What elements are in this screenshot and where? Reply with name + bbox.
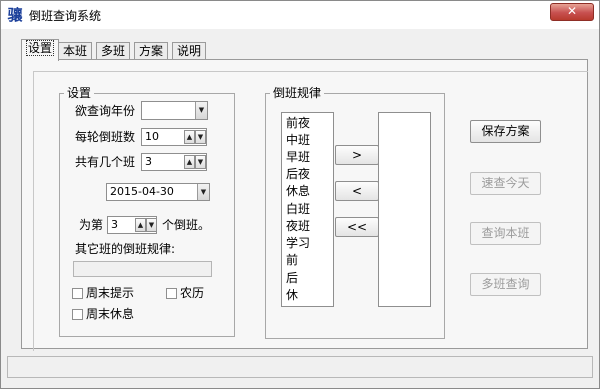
tab-this-shift[interactable]: 本班 [58, 42, 93, 60]
list-item[interactable]: 白班 [286, 202, 310, 217]
weekend-rest-checkbox[interactable] [72, 309, 83, 320]
other-rule-field [73, 261, 212, 277]
remove-item-button[interactable]: < [335, 181, 379, 201]
query-multi-shift-button[interactable]: 多班查询 [470, 273, 541, 296]
main-window: 骧 倒班查询系统 ✕ 设置 本班 多班 方案 说明 设置 欲查询年份 ▼ 每轮倒… [0, 0, 600, 389]
date-value: 2015-04-30 [110, 185, 174, 198]
add-item-button[interactable]: > [335, 145, 379, 165]
spin-up-icon[interactable]: ▲ [184, 155, 195, 169]
as-shift-spinner[interactable]: ▲ ▼ [135, 218, 157, 232]
shift-source-list[interactable]: 前夜 中班 早班 后夜 休息 白班 夜班 学习 前 后 休 [281, 112, 334, 307]
close-button[interactable]: ✕ [550, 3, 594, 21]
total-shifts-spinner[interactable]: ▲ ▼ [184, 155, 206, 169]
total-shifts-label: 共有几个班 [75, 155, 136, 169]
lunar-checkbox[interactable] [166, 288, 177, 299]
clear-items-button[interactable]: << [335, 217, 379, 237]
list-item[interactable]: 学习 [286, 236, 310, 251]
lunar-label: 农历 [180, 286, 205, 300]
list-item[interactable]: 休 [286, 288, 298, 303]
other-rule-label: 其它班的倒班规律: [75, 242, 176, 256]
list-item[interactable]: 休息 [286, 184, 310, 199]
app-logo-icon: 骧 [7, 6, 23, 24]
settings-group-legend: 设置 [64, 86, 95, 100]
status-bar [7, 356, 593, 378]
title-bar[interactable]: 骧 倒班查询系统 ✕ [1, 1, 599, 29]
list-item[interactable]: 后夜 [286, 167, 310, 182]
query-this-shift-button[interactable]: 查询本班 [470, 222, 541, 245]
as-shift-suffix: 个倒班。 [162, 218, 211, 232]
list-item[interactable]: 前夜 [286, 116, 310, 131]
tab-multi-shift-label: 多班 [101, 44, 126, 58]
tab-settings[interactable]: 设置 [21, 39, 60, 61]
tab-help-label: 说明 [177, 44, 202, 58]
total-shifts-value: 3 [145, 155, 152, 168]
tab-scheme[interactable]: 方案 [134, 42, 169, 60]
spin-up-icon[interactable]: ▲ [135, 218, 146, 232]
window-title: 倒班查询系统 [29, 9, 102, 23]
rules-group-legend: 倒班规律 [270, 86, 325, 100]
date-picker[interactable]: 2015-04-30 ▼ [106, 183, 210, 201]
save-scheme-button[interactable]: 保存方案 [470, 120, 541, 143]
chevron-down-icon[interactable]: ▼ [195, 102, 207, 119]
list-item[interactable]: 前 [286, 253, 298, 268]
weekend-reminder-checkbox[interactable] [72, 288, 83, 299]
spin-up-icon[interactable]: ▲ [184, 130, 195, 144]
weekend-rest-label: 周末休息 [86, 307, 135, 321]
list-item[interactable]: 中班 [286, 133, 310, 148]
spin-down-icon[interactable]: ▼ [146, 218, 157, 232]
weekend-reminder-label: 周末提示 [86, 286, 135, 300]
tab-help[interactable]: 说明 [172, 42, 207, 60]
shifts-per-cycle-spinner[interactable]: ▲ ▼ [184, 130, 206, 144]
spin-down-icon[interactable]: ▼ [195, 155, 206, 169]
spin-down-icon[interactable]: ▼ [195, 130, 206, 144]
shifts-per-cycle-label: 每轮倒班数 [75, 130, 136, 144]
query-year-label: 欲查询年份 [75, 104, 136, 118]
query-year-select[interactable]: ▼ [141, 101, 208, 120]
tab-multi-shift[interactable]: 多班 [96, 42, 131, 60]
tab-scheme-label: 方案 [139, 44, 164, 58]
chevron-down-icon[interactable]: ▼ [197, 184, 209, 200]
list-item[interactable]: 早班 [286, 150, 310, 165]
list-item[interactable]: 夜班 [286, 219, 310, 234]
as-shift-prefix: 为第 [79, 218, 104, 232]
shifts-per-cycle-value: 10 [145, 130, 159, 143]
as-shift-value: 3 [111, 218, 118, 231]
query-today-button[interactable]: 速查今天 [470, 172, 541, 195]
tab-this-shift-label: 本班 [63, 44, 88, 58]
shift-target-list[interactable] [378, 112, 431, 307]
tab-settings-label: 设置 [26, 40, 55, 56]
list-item[interactable]: 后 [286, 271, 298, 286]
